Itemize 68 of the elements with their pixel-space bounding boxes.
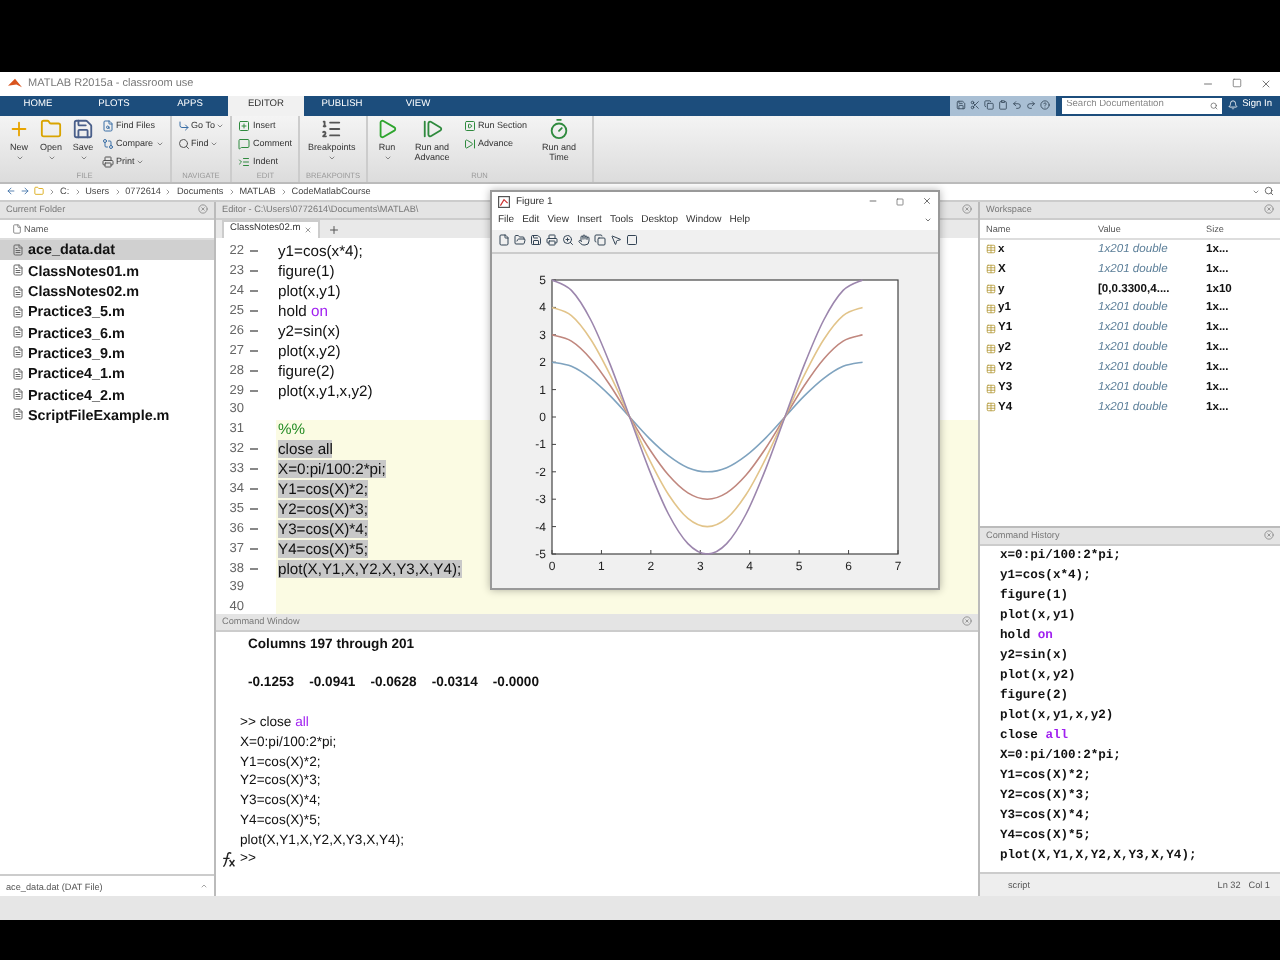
file-icon	[12, 326, 24, 339]
close-icon[interactable]	[1260, 77, 1272, 90]
close-icon[interactable]	[1264, 204, 1274, 215]
close-icon[interactable]	[962, 616, 972, 627]
ribbon-icon	[464, 119, 476, 132]
new-file-icon[interactable]	[498, 234, 510, 247]
ribbon-icon	[421, 117, 443, 140]
file-icon	[12, 388, 24, 401]
ribbon-icon	[72, 117, 95, 140]
ribbon-icon	[177, 119, 190, 132]
ribbon-icon	[40, 117, 62, 140]
ribbon-icon	[464, 137, 476, 150]
file-icon	[12, 408, 24, 421]
ribbon-icon	[376, 117, 398, 140]
clipboard-icon[interactable]	[998, 100, 1009, 111]
file-icon	[12, 243, 24, 256]
save-icon[interactable]	[530, 234, 542, 247]
variable-icon	[986, 343, 996, 354]
matlab-logo-icon	[8, 76, 22, 91]
file-icon	[12, 264, 24, 277]
minimize-icon[interactable]	[868, 196, 878, 207]
help-icon[interactable]	[1040, 100, 1051, 111]
square-icon[interactable]	[626, 234, 638, 247]
maximize-icon[interactable]	[896, 197, 904, 206]
ribbon-icon	[238, 119, 251, 132]
ribbon-icon	[548, 117, 571, 140]
variable-icon	[986, 363, 996, 374]
file-icon	[12, 367, 24, 380]
variable-icon	[986, 402, 996, 413]
ribbon-icon	[177, 137, 190, 150]
close-icon[interactable]	[1264, 530, 1274, 541]
variable-icon	[986, 323, 996, 334]
ribbon-icon	[102, 137, 115, 150]
variable-icon	[986, 303, 996, 314]
copy-icon[interactable]	[984, 100, 995, 111]
redo-icon[interactable]	[1026, 100, 1037, 111]
zoom-icon[interactable]	[562, 234, 574, 247]
variable-icon	[986, 264, 996, 275]
ribbon-icon	[320, 117, 343, 140]
hand-icon[interactable]	[578, 234, 590, 247]
folder-icon[interactable]	[514, 234, 526, 247]
file-icon	[12, 223, 22, 234]
ribbon-icon	[102, 119, 115, 132]
search-button[interactable]	[1206, 97, 1223, 114]
undo-icon[interactable]	[1012, 100, 1023, 111]
close-icon[interactable]	[962, 204, 972, 215]
variable-icon	[986, 244, 996, 255]
copy-icon[interactable]	[594, 234, 606, 247]
ribbon-icon	[102, 155, 115, 168]
maximize-icon[interactable]	[1232, 78, 1242, 89]
forward-icon[interactable]	[20, 186, 30, 197]
back-icon[interactable]	[6, 186, 16, 197]
pointer-icon[interactable]	[610, 234, 622, 247]
search-icon[interactable]	[1264, 186, 1274, 197]
close-icon[interactable]	[198, 204, 208, 215]
printer-icon[interactable]	[546, 234, 558, 247]
file-icon	[12, 285, 24, 298]
ribbon-icon	[238, 137, 251, 150]
file-icon	[12, 305, 24, 318]
variable-icon	[986, 383, 996, 394]
file-icon	[12, 346, 24, 359]
new-tab-icon[interactable]	[328, 223, 341, 236]
minimize-icon[interactable]	[1202, 77, 1214, 90]
bell-icon[interactable]	[1228, 100, 1239, 111]
ribbon-icon	[238, 155, 251, 168]
variable-icon	[986, 284, 996, 295]
ribbon-icon	[8, 117, 30, 140]
function-icon[interactable]	[220, 851, 236, 868]
